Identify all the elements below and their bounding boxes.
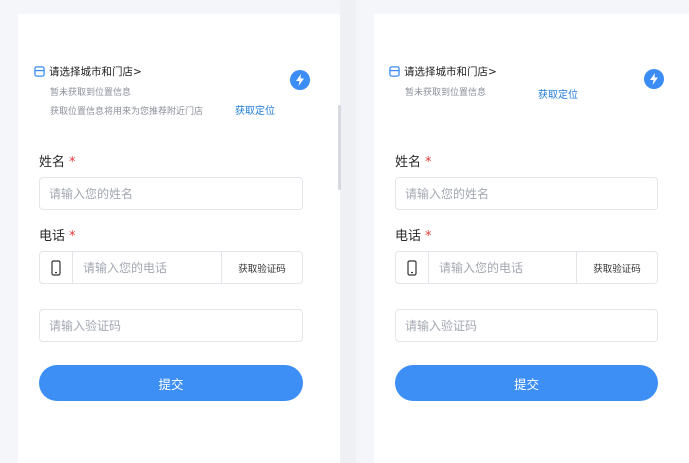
name-label: 姓名 * (395, 151, 432, 170)
required-mark: * (69, 155, 76, 170)
submit-button[interactable]: 提交 (395, 365, 658, 401)
left-panel: 请选择城市和门店> 暂未获取到位置信息 获取位置信息将用来为您推荐附近门店 获取… (0, 0, 341, 463)
store-select-label: 请选择城市和门店> (49, 66, 142, 78)
phone-label: 电话 * (39, 225, 76, 244)
store-select[interactable]: 请选择城市和门店> (34, 64, 142, 79)
required-mark: * (69, 229, 76, 244)
name-label-text: 姓名 (39, 155, 66, 170)
required-mark: * (425, 229, 432, 244)
get-code-button[interactable]: 获取验证码 (576, 252, 657, 283)
phone-icon-box (396, 252, 429, 283)
name-placeholder: 请输入您的姓名 (405, 187, 490, 201)
name-input[interactable]: 请输入您的姓名 (39, 177, 303, 210)
phone-label: 电话 * (395, 225, 432, 244)
left-form-card: 请选择城市和门店> 暂未获取到位置信息 获取位置信息将用来为您推荐附近门店 获取… (18, 14, 340, 463)
code-placeholder: 请输入验证码 (405, 319, 478, 333)
code-placeholder: 请输入验证码 (49, 319, 122, 333)
get-location-link[interactable]: 获取定位 (538, 86, 578, 101)
name-placeholder: 请输入您的姓名 (49, 187, 134, 201)
name-input[interactable]: 请输入您的姓名 (395, 177, 658, 210)
phone-label-text: 电话 (395, 229, 422, 244)
location-hint: 获取位置信息将用来为您推荐附近门店 (50, 107, 204, 117)
store-icon (34, 66, 45, 77)
location-status: 暂未获取到位置信息 (405, 88, 487, 98)
right-form-card: 请选择城市和门店> 暂未获取到位置信息 获取定位 姓名 * 请输入您的姓名 电话 * (374, 14, 689, 463)
lightning-icon (650, 73, 658, 85)
scrollbar[interactable] (338, 105, 341, 190)
phone-label-text: 电话 (39, 229, 66, 244)
phone-field: 请输入您的电话 获取验证码 (395, 251, 658, 284)
store-select-label: 请选择城市和门店> (404, 66, 497, 78)
location-status: 暂未获取到位置信息 (50, 88, 132, 98)
mobile-phone-icon (51, 259, 61, 276)
name-label-text: 姓名 (395, 155, 422, 170)
submit-button[interactable]: 提交 (39, 365, 303, 401)
store-icon (389, 66, 400, 77)
get-code-button[interactable]: 获取验证码 (221, 252, 302, 283)
right-panel: 请选择城市和门店> 暂未获取到位置信息 获取定位 姓名 * 请输入您的姓名 电话 * (356, 0, 689, 463)
phone-icon-box (40, 252, 73, 283)
phone-placeholder: 请输入您的电话 (439, 261, 524, 275)
phone-field: 请输入您的电话 获取验证码 (39, 251, 303, 284)
get-location-link[interactable]: 获取定位 (235, 102, 275, 117)
code-input[interactable]: 请输入验证码 (39, 309, 303, 342)
code-input[interactable]: 请输入验证码 (395, 309, 658, 342)
name-label: 姓名 * (39, 151, 76, 170)
mobile-phone-icon (407, 259, 417, 276)
lightning-icon (296, 74, 304, 86)
locate-button[interactable] (644, 69, 664, 89)
required-mark: * (425, 155, 432, 170)
store-select[interactable]: 请选择城市和门店> (389, 64, 497, 79)
phone-input[interactable]: 请输入您的电话 (73, 252, 221, 283)
phone-placeholder: 请输入您的电话 (83, 261, 168, 275)
phone-input[interactable]: 请输入您的电话 (429, 252, 576, 283)
locate-button[interactable] (290, 70, 310, 90)
